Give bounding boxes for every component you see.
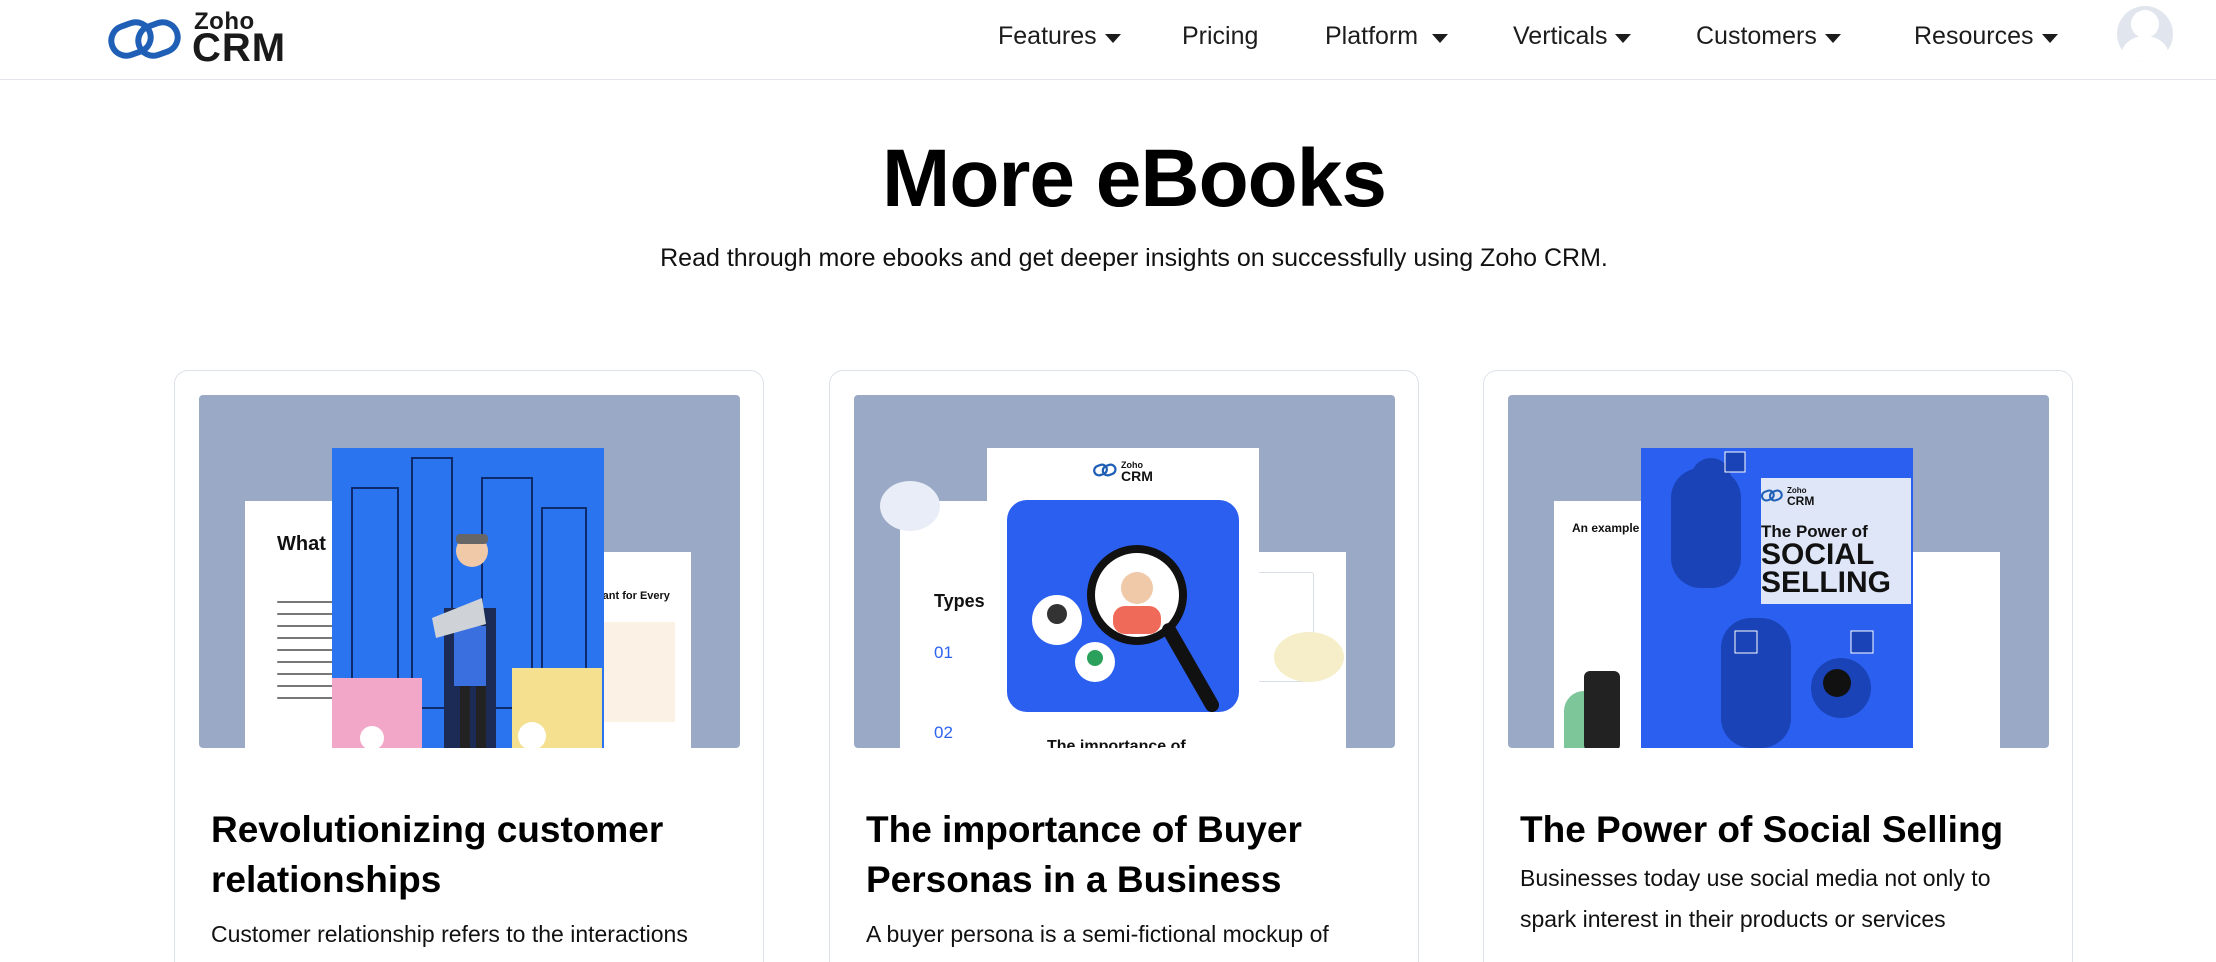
nav-verticals[interactable]: Verticals — [1513, 16, 1632, 56]
page-title: More eBooks — [882, 133, 1387, 224]
cover-logo-crm: CRM — [1121, 468, 1153, 484]
cover-bottom-title: The importance of — [1047, 738, 1186, 748]
book-page-right — [1908, 552, 2000, 748]
page-subtitle: Read through more ebooks and get deeper … — [660, 244, 1608, 272]
nav-pricing-label: Pricing — [1182, 21, 1259, 50]
ebook-card-title[interactable]: The importance of Buyer Personas in a Bu… — [866, 805, 1386, 905]
ebook-card-social-selling[interactable]: An example Zoho CRM The Power of SOCIAL … — [1483, 370, 2073, 962]
ebook-card-buyer-personas[interactable]: Types c 01 02 Zoho CRM The importance of… — [829, 370, 1419, 962]
book-page-right: tant for Every — [595, 552, 691, 748]
nav-pricing[interactable]: Pricing — [1182, 16, 1258, 56]
chevron-down-icon — [1615, 33, 1632, 43]
avatar-body-shape — [2121, 36, 2169, 62]
ebook-cover-thumbnail[interactable]: Types c 01 02 Zoho CRM The importance of — [854, 395, 1395, 748]
list-number-1: 01 — [934, 643, 953, 662]
phone-mock — [1584, 671, 1620, 748]
ebook-cover-thumbnail[interactable]: What custo tant for Every — [199, 395, 740, 748]
nav-features[interactable]: Features — [998, 16, 1121, 56]
ebook-card-customer-relationships[interactable]: What custo tant for Every — [174, 370, 764, 962]
chevron-down-icon — [1824, 33, 1841, 43]
highlight-box — [595, 622, 675, 722]
social-people-illustration — [1671, 451, 1874, 748]
ebook-card-title[interactable]: Revolutionizing customer relationships — [211, 805, 731, 905]
chevron-down-icon — [2041, 33, 2058, 43]
nav-resources-label: Resources — [1914, 21, 2034, 50]
user-avatar[interactable] — [2117, 6, 2173, 62]
nav-resources[interactable]: Resources — [1914, 16, 2058, 56]
chevron-down-icon — [1104, 33, 1121, 43]
zoho-crm-logo[interactable]: Zoho CRM — [108, 6, 308, 70]
chevron-down-icon — [1432, 33, 1449, 43]
ebook-card-description: A buyer persona is a semi-fictional mock… — [866, 921, 1329, 947]
book-cover-social-selling: Zoho CRM The Power of SOCIAL SELLING — [1641, 448, 1913, 748]
ebook-cover-thumbnail[interactable]: An example Zoho CRM The Power of SOCIAL … — [1508, 395, 2049, 748]
ebook-card-description: Businesses today use social media not on… — [1520, 865, 1991, 932]
nav-features-label: Features — [998, 21, 1097, 50]
book-page-right — [1254, 552, 1346, 748]
zoho-logo-icon — [108, 19, 181, 59]
nav-platform-label: Platform — [1325, 21, 1419, 50]
nav-customers[interactable]: Customers — [1696, 16, 1841, 56]
decorative-blob — [880, 481, 940, 531]
nav-verticals-label: Verticals — [1513, 21, 1608, 50]
nav-customers-label: Customers — [1696, 21, 1817, 50]
book-cover-city-illustration — [332, 448, 604, 748]
ebook-card-title[interactable]: The Power of Social Selling — [1520, 805, 2040, 855]
book-cover-persona: Zoho CRM The importance of — [987, 448, 1259, 748]
magnifier-persona-illustration — [1007, 500, 1239, 712]
avatar-head-shape — [2131, 10, 2159, 38]
nav-platform[interactable]: Platform — [1325, 16, 1449, 56]
zoho-logo-icon — [1093, 463, 1117, 477]
logo-crm-text: CRM — [192, 26, 287, 70]
ebook-card-description: Customer relationship refers to the inte… — [211, 921, 688, 947]
list-number-2: 02 — [934, 723, 953, 742]
site-header: Zoho CRM Features Pricing Platform Verti… — [0, 0, 2216, 80]
decorative-blob — [1274, 632, 1344, 682]
book-page-right-heading: tant for Every — [599, 590, 670, 602]
